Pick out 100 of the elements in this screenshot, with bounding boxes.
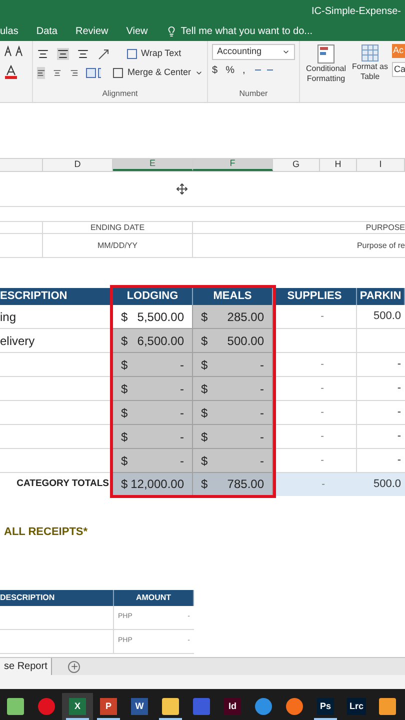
- align-middle-icon[interactable]: [57, 48, 69, 60]
- column-header[interactable]: F: [193, 159, 273, 171]
- column-heading: ESCRIPTION: [0, 288, 113, 305]
- table-cell: -: [357, 425, 405, 449]
- table-cell: -: [273, 377, 357, 401]
- column-heading: DESCRIPTION: [0, 590, 114, 606]
- field-label: ENDING DATE: [43, 221, 193, 234]
- menu-tab[interactable]: ulas: [0, 24, 18, 39]
- table-cell-text: 500.0: [373, 477, 401, 492]
- wrap-text-icon: [127, 49, 137, 59]
- receipts-note: ALL RECEIPTS*: [3, 525, 89, 538]
- column-header[interactable]: E: [113, 159, 193, 171]
- taskbar-button[interactable]: P: [93, 693, 124, 720]
- caret-icon: [195, 69, 203, 77]
- table-cell: $ -: [193, 425, 273, 449]
- field-value: Purpose of re: [193, 234, 405, 258]
- table-cell: $ -: [113, 425, 193, 449]
- app-icon: [193, 698, 210, 715]
- column-heading: SUPPLIES: [273, 288, 357, 305]
- running-indicator: [159, 718, 182, 720]
- running-indicator: [66, 718, 89, 720]
- running-indicator: [314, 718, 337, 720]
- taskbar-button[interactable]: Ps: [310, 693, 341, 720]
- table-cell: -: [273, 401, 357, 425]
- table-cell: $ 12,000.00: [113, 473, 193, 496]
- table-cell: -: [273, 353, 357, 377]
- table-cell: $ 6,500.00: [113, 329, 193, 353]
- font-color-icon: [4, 65, 18, 79]
- indent-icon[interactable]: [86, 67, 102, 79]
- app-icon: [38, 698, 55, 715]
- comma-button[interactable]: ,: [242, 62, 246, 78]
- field-label: PURPOSE: [193, 221, 405, 234]
- table-cell: -: [273, 305, 357, 329]
- conditional-formatting-icon: [317, 44, 335, 64]
- table-cell: -: [357, 377, 405, 401]
- taskbar-button[interactable]: W: [124, 693, 155, 720]
- table-cell: $ -: [193, 401, 273, 425]
- column-heading: PARKIN: [357, 288, 405, 305]
- empty-cell: [0, 234, 43, 258]
- table-cell: $ 500.00: [193, 329, 273, 353]
- menu-tab[interactable]: Data: [36, 24, 58, 39]
- align-center-icon[interactable]: [53, 67, 62, 79]
- app-icon: Lrc: [347, 698, 366, 715]
- align-bottom-icon[interactable]: [77, 48, 89, 60]
- table-cell: $ -: [113, 449, 193, 473]
- app-icon: [286, 698, 303, 715]
- table-cell: $ 5,500.00: [113, 305, 193, 329]
- app-icon: [379, 698, 396, 715]
- app-icon: [162, 698, 179, 715]
- window-title: IC-Simple-Expense-: [312, 4, 401, 18]
- align-top-icon[interactable]: [37, 48, 49, 60]
- group-label: Alignment: [102, 88, 138, 100]
- menu-tab[interactable]: View: [126, 24, 148, 39]
- add-sheet-button[interactable]: [68, 660, 80, 672]
- format-as-table-button[interactable]: Format as Table: [352, 44, 388, 102]
- table-cell: $ 285.00: [193, 305, 273, 329]
- app-icon: X: [69, 698, 86, 715]
- merge-center-button[interactable]: Merge & Center: [113, 66, 203, 80]
- sheet-tab[interactable]: se Report: [0, 658, 52, 675]
- table-cell: -: [357, 353, 405, 377]
- app-icon: Id: [224, 698, 241, 715]
- table-cell: $ -: [113, 377, 193, 401]
- merge-cells-icon: [113, 68, 124, 78]
- table-cell: $ -: [193, 353, 273, 377]
- field-value: MM/DD/YY: [43, 234, 193, 258]
- wrap-text-button[interactable]: Wrap Text: [127, 47, 182, 61]
- table-grid-icon: [361, 44, 379, 62]
- table-cell: $ -: [193, 377, 273, 401]
- taskbar-button[interactable]: X: [62, 693, 93, 720]
- totals-label: CATEGORY TOTALS: [16, 477, 110, 492]
- plus-icon: [70, 662, 79, 671]
- running-indicator: [97, 718, 120, 720]
- table-cell: 500.0: [357, 305, 405, 329]
- table-cell: $ -: [193, 449, 273, 473]
- align-left-icon[interactable]: [37, 67, 46, 79]
- app-icon: [255, 698, 272, 715]
- table-cell: $ -: [113, 353, 193, 377]
- table-cell: $ -: [113, 401, 193, 425]
- percent-button[interactable]: %: [226, 62, 234, 78]
- lightbulb-icon: [166, 26, 177, 37]
- group-label: Number: [239, 88, 268, 100]
- align-right-icon[interactable]: [70, 67, 78, 79]
- taskbar-button[interactable]: Lrc: [341, 693, 372, 720]
- taskbar-button[interactable]: Id: [217, 693, 248, 720]
- column-header[interactable]: G: [273, 159, 320, 171]
- table-cell: -: [273, 425, 357, 449]
- orientation-icon[interactable]: [97, 48, 111, 60]
- column-header[interactable]: H: [320, 159, 357, 171]
- menu-tab[interactable]: Review: [75, 24, 108, 39]
- app-icon: Ps: [317, 698, 334, 715]
- column-header[interactable]: I: [357, 159, 405, 171]
- app-icon: [7, 698, 24, 715]
- table-cell: -: [357, 401, 405, 425]
- currency-button[interactable]: $: [212, 62, 218, 78]
- number-format-dropdown[interactable]: Accounting: [212, 44, 295, 60]
- column-heading: AMOUNT: [114, 590, 194, 606]
- empty-cell: [0, 221, 43, 234]
- tell-me-field[interactable]: Tell me what you want to do...: [166, 24, 313, 39]
- conditional-formatting-button[interactable]: Conditional Formatting: [304, 44, 348, 102]
- table-cell: $ 785.00: [193, 473, 273, 496]
